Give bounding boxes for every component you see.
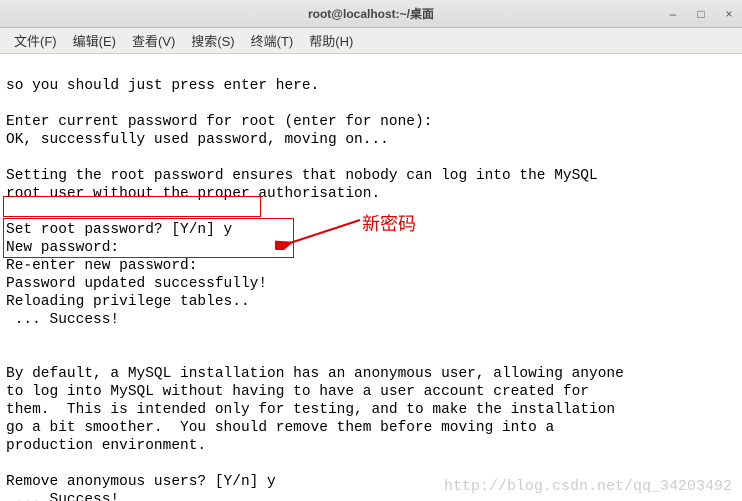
term-line: Remove anonymous users? [Y/n] y [6,474,276,490]
term-line: New password: [6,240,119,256]
menu-terminal[interactable]: 终端(T) [243,28,302,53]
term-line: Enter current password for root (enter f… [6,114,432,130]
term-line: production environment. [6,438,206,454]
term-line: By default, a MySQL installation has an … [6,366,624,382]
term-line: go a bit smoother. You should remove the… [6,420,554,436]
term-line: Set root password? [Y/n] y [6,222,232,238]
titlebar: root@localhost:~/桌面 – □ × [0,0,742,28]
term-line: ... Success! [6,492,119,501]
term-line: Password updated successfully! [6,276,267,292]
window-title: root@localhost:~/桌面 [308,5,434,22]
menu-search[interactable]: 搜索(S) [183,28,242,53]
menubar: 文件(F) 编辑(E) 查看(V) 搜索(S) 终端(T) 帮助(H) [0,28,742,54]
term-line: root user without the proper authorisati… [6,186,380,202]
close-icon[interactable]: × [722,7,736,21]
menu-file[interactable]: 文件(F) [6,28,65,53]
menu-view[interactable]: 查看(V) [124,28,183,53]
term-line: ... Success! [6,312,119,328]
menu-help[interactable]: 帮助(H) [301,28,361,53]
window-controls: – □ × [666,7,736,21]
term-line: them. This is intended only for testing,… [6,402,615,418]
menu-edit[interactable]: 编辑(E) [65,28,124,53]
term-line: to log into MySQL without having to have… [6,384,589,400]
terminal-output[interactable]: so you should just press enter here. Ent… [0,54,742,501]
term-line: Reloading privilege tables.. [6,294,250,310]
watermark: http://blog.csdn.net/qq_34203492 [444,478,732,495]
term-line: Re-enter new password: [6,258,197,274]
term-line: so you should just press enter here. [6,78,319,94]
term-line: Setting the root password ensures that n… [6,168,598,184]
maximize-icon[interactable]: □ [694,7,708,21]
term-line: OK, successfully used password, moving o… [6,132,389,148]
minimize-icon[interactable]: – [666,7,680,21]
